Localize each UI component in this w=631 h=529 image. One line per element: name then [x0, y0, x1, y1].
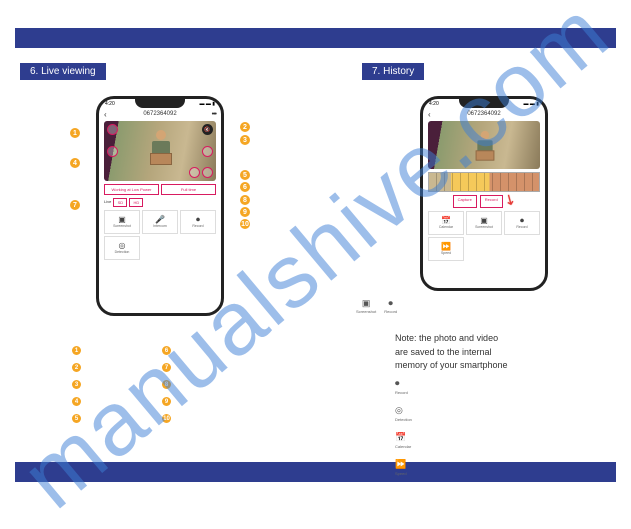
- legend-num: 4: [72, 397, 81, 406]
- function-grid: ▣Screenshot 🎤Intercom ⏺Record ◎Detection: [104, 210, 216, 260]
- bottom-bar: [15, 462, 616, 482]
- screenshot-button[interactable]: ▣Screenshot: [104, 210, 140, 234]
- notch: [135, 99, 185, 108]
- callout-2: 2: [240, 122, 250, 132]
- device-id: 0672364092: [143, 111, 176, 117]
- small-icon-row: ▣Screenshot ⏺Record: [356, 298, 397, 314]
- prev-icon[interactable]: [107, 146, 118, 157]
- callout-9: 9: [240, 207, 250, 217]
- legend-num: 3: [72, 380, 81, 389]
- legend-num: 2: [72, 363, 81, 372]
- calendar-legend: 📅Calendar: [395, 432, 412, 449]
- callout-1: 1: [70, 128, 80, 138]
- callout-10: 10: [240, 219, 250, 229]
- legend-num: 9: [162, 397, 171, 406]
- capture-button[interactable]: Capture: [453, 195, 477, 208]
- section-live-header: 6. Live viewing: [20, 63, 106, 80]
- video-feed: 🔇: [104, 121, 216, 181]
- legend-num: 6: [162, 346, 171, 355]
- callout-3: 3: [240, 135, 250, 145]
- note-line2: are saved to the internal: [395, 346, 508, 360]
- delivery-person: [475, 131, 495, 163]
- more-icon[interactable]: •••: [212, 111, 216, 118]
- time-label: 4:20: [105, 101, 115, 109]
- callout-legend: 1 6 2 7 3 8 4 9 5 10: [72, 342, 252, 427]
- status-icons: ▬ ▬ ▮: [523, 101, 539, 109]
- legend-num: 1: [72, 346, 81, 355]
- callout-7: 7: [70, 200, 80, 210]
- legend-num: 10: [162, 414, 171, 423]
- legend-row-9: 9: [162, 393, 252, 410]
- top-bar: [15, 28, 616, 48]
- mode-row: Working at Low Power Full time: [104, 184, 216, 195]
- notch: [459, 99, 509, 108]
- history-function-grid: 📅Calendar ▣Screenshot ⏺Record ⏩Speed: [428, 211, 540, 261]
- mute-icon[interactable]: 🔇: [202, 124, 213, 135]
- record-icon: ⏺Record: [384, 298, 397, 314]
- record-button[interactable]: ⏺Record: [504, 211, 540, 235]
- low-power-button[interactable]: Working at Low Power: [104, 184, 159, 195]
- legend-row-2: 2: [72, 359, 162, 376]
- record-legend: ⏺Record: [395, 378, 412, 395]
- phone-history: 4:20 ▬ ▬ ▮ ‹ 0672364092 Capture Record ↘…: [420, 96, 548, 291]
- titlebar-history: ‹ 0672364092: [423, 109, 545, 119]
- legend-num: 7: [162, 363, 171, 372]
- quality-row: Live SD HD: [104, 198, 216, 207]
- back-icon[interactable]: ‹: [104, 110, 107, 119]
- note-text: Note: the photo and video are saved to t…: [395, 332, 508, 373]
- speed-button[interactable]: ⏩Speed: [428, 237, 464, 261]
- note-line1: Note: the photo and video: [395, 332, 508, 346]
- back-icon[interactable]: ‹: [428, 110, 431, 119]
- callout-6: 6: [240, 182, 250, 192]
- callout-4: 4: [70, 158, 80, 168]
- callout-8: 8: [240, 195, 250, 205]
- record-button[interactable]: ⏺Record: [180, 210, 216, 234]
- record-button[interactable]: Record: [480, 195, 503, 208]
- sd-button[interactable]: SD: [113, 198, 127, 207]
- intercom-button[interactable]: 🎤Intercom: [142, 210, 178, 234]
- device-id: 0672364092: [467, 111, 500, 117]
- hd-button[interactable]: HD: [129, 198, 143, 207]
- detection-button[interactable]: ◎Detection: [104, 236, 140, 260]
- timeline[interactable]: [428, 172, 540, 192]
- quality-label: Live: [104, 198, 111, 207]
- delivery-person: [149, 130, 173, 168]
- multiview-icon[interactable]: [189, 167, 200, 178]
- legend-num: 8: [162, 380, 171, 389]
- detection-legend: ◎Detection: [395, 405, 412, 422]
- history-video: [428, 121, 540, 169]
- legend-row-1: 1: [72, 342, 162, 359]
- status-icons: ▬ ▬ ▮: [199, 101, 215, 109]
- legend-row-5: 5: [72, 410, 162, 427]
- icon-legend-column: ⏺Record ◎Detection 📅Calendar ⏩Speed: [395, 378, 412, 476]
- speed-legend: ⏩Speed: [395, 459, 412, 476]
- calendar-button[interactable]: 📅Calendar: [428, 211, 464, 235]
- section-history-header: 7. History: [362, 63, 424, 80]
- legend-num: 5: [72, 414, 81, 423]
- fullscreen-icon[interactable]: [202, 167, 213, 178]
- screenshot-icon: ▣Screenshot: [356, 298, 376, 314]
- legend-row-10: 10: [162, 410, 252, 427]
- screenshot-button[interactable]: ▣Screenshot: [466, 211, 502, 235]
- callout-5: 5: [240, 170, 250, 180]
- time-label: 4:20: [429, 101, 439, 109]
- legend-row-6: 6: [162, 342, 252, 359]
- phone-live: 4:20 ▬ ▬ ▮ ‹ 0672364092 ••• 🔇 Working at…: [96, 96, 224, 316]
- next-icon[interactable]: [202, 146, 213, 157]
- history-action-row: Capture Record ↘: [428, 195, 540, 208]
- lock-icon[interactable]: [107, 124, 118, 135]
- full-time-button[interactable]: Full time: [161, 184, 216, 195]
- arrow-annotation-icon: ↘: [500, 189, 519, 210]
- note-line3: memory of your smartphone: [395, 359, 508, 373]
- legend-row-8: 8: [162, 376, 252, 393]
- legend-row-7: 7: [162, 359, 252, 376]
- titlebar-live: ‹ 0672364092 •••: [99, 109, 221, 119]
- legend-row-3: 3: [72, 376, 162, 393]
- legend-row-4: 4: [72, 393, 162, 410]
